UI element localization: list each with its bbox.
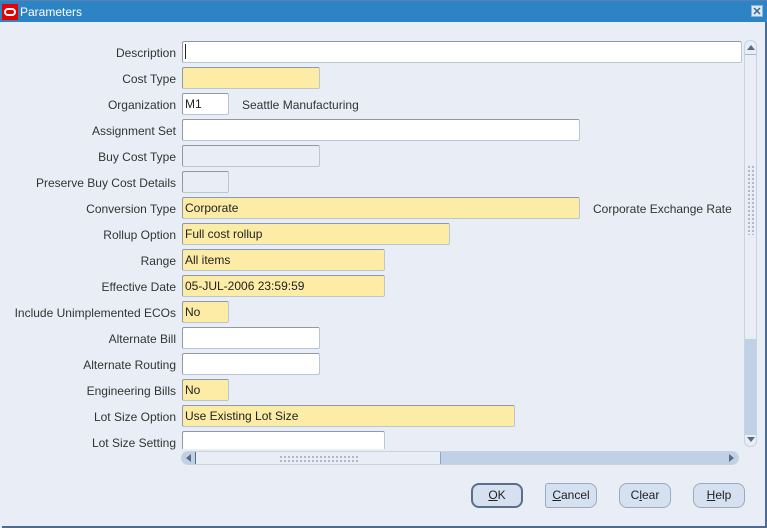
- conversion-type-description: Corporate Exchange Rate: [593, 202, 732, 216]
- lot-size-option-field[interactable]: Use Existing Lot Size: [182, 405, 515, 427]
- effective-date-field[interactable]: 05-JUL-2006 23:59:59: [182, 275, 385, 297]
- lot-size-setting-label: Lot Size Setting: [91, 436, 176, 450]
- rollup-option-label: Rollup Option: [103, 228, 176, 242]
- conversion-type-label: Conversion Type: [86, 202, 176, 216]
- description-field[interactable]: [182, 41, 742, 63]
- alternate-routing-field[interactable]: [182, 353, 320, 375]
- clear-button[interactable]: Clear: [619, 483, 671, 508]
- cost-type-label: Cost Type: [122, 72, 176, 86]
- lot-size-setting-field[interactable]: [182, 431, 385, 449]
- horizontal-scrollbar[interactable]: [181, 451, 739, 465]
- engineering-bills-label: Engineering Bills: [86, 384, 176, 398]
- cancel-button[interactable]: Cancel: [545, 483, 597, 508]
- help-button[interactable]: Help: [693, 483, 745, 508]
- include-unimplemented-ecos-field[interactable]: No: [182, 301, 229, 323]
- ok-button[interactable]: OK: [471, 483, 523, 508]
- title-bar: Parameters ✕: [0, 0, 767, 22]
- horizontal-scroll-thumb[interactable]: [195, 452, 441, 464]
- assignment-set-label: Assignment Set: [91, 124, 176, 138]
- organization-field[interactable]: M1: [182, 93, 229, 115]
- range-label: Range: [140, 254, 176, 268]
- grip-icon: [747, 165, 754, 235]
- close-icon[interactable]: ✕: [751, 5, 763, 18]
- assignment-set-field[interactable]: [182, 119, 580, 141]
- preserve-buy-cost-details-field: [182, 171, 229, 193]
- effective-date-label: Effective Date: [101, 280, 176, 294]
- text-cursor: [185, 44, 186, 59]
- lot-size-option-label: Lot Size Option: [93, 410, 176, 424]
- preserve-buy-cost-details-label: Preserve Buy Cost Details: [35, 176, 176, 190]
- include-unimplemented-ecos-label: Include Unimplemented ECOs: [14, 306, 176, 320]
- scroll-right-icon[interactable]: [729, 454, 734, 462]
- alternate-bill-label: Alternate Bill: [108, 332, 176, 346]
- vertical-scrollbar[interactable]: [744, 40, 757, 447]
- scroll-left-icon[interactable]: [186, 454, 191, 462]
- buy-cost-type-label: Buy Cost Type: [98, 150, 176, 164]
- organization-label: Organization: [107, 98, 176, 112]
- grip-icon: [279, 455, 359, 462]
- conversion-type-field[interactable]: Corporate: [182, 197, 580, 219]
- rollup-option-field[interactable]: Full cost rollup: [182, 223, 450, 245]
- scroll-up-icon[interactable]: [747, 45, 755, 50]
- alternate-routing-label: Alternate Routing: [83, 358, 176, 372]
- cost-type-field[interactable]: [182, 67, 320, 89]
- range-field[interactable]: All items: [182, 249, 385, 271]
- scroll-down-icon[interactable]: [747, 437, 755, 442]
- oracle-logo-icon: [2, 4, 18, 20]
- engineering-bills-field[interactable]: No: [182, 379, 229, 401]
- organization-name: Seattle Manufacturing: [242, 98, 359, 112]
- window-title: Parameters: [20, 5, 83, 19]
- vertical-scroll-thumb[interactable]: [745, 54, 756, 340]
- description-label: Description: [115, 46, 176, 60]
- vertical-scroll-track[interactable]: [745, 339, 756, 435]
- buy-cost-type-field: [182, 145, 320, 167]
- alternate-bill-field[interactable]: [182, 327, 320, 349]
